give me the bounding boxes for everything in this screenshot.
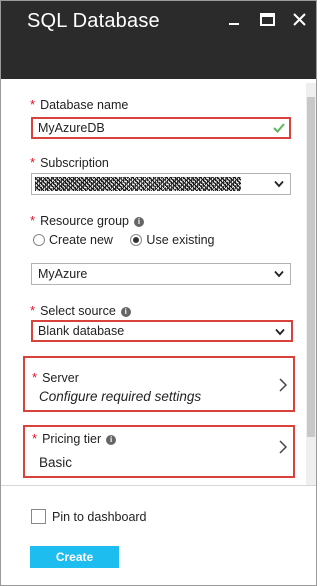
chevron-down-icon: [275, 328, 285, 336]
select-source-select[interactable]: Blank database: [31, 320, 293, 342]
resource-group-value: MyAzure: [38, 267, 88, 281]
server-card[interactable]: * Server Configure required settings: [23, 356, 295, 412]
pricing-tier-label: * Pricing tier i: [32, 431, 117, 446]
minimize-icon[interactable]: [227, 11, 245, 29]
resource-group-radio-group: Create new Use existing: [33, 233, 229, 247]
info-icon[interactable]: i: [120, 307, 131, 317]
info-icon[interactable]: i: [134, 217, 145, 227]
radio-use-existing[interactable]: Use existing: [130, 233, 215, 247]
info-icon[interactable]: i: [106, 435, 117, 445]
blade-header: SQL Database: [1, 1, 316, 79]
pricing-tier-card[interactable]: * Pricing tier i Basic: [23, 425, 295, 478]
chevron-down-icon: [274, 270, 284, 278]
database-name-label: * Database name: [30, 97, 129, 112]
maximize-icon[interactable]: [259, 11, 277, 29]
server-label: * Server: [32, 370, 79, 385]
resource-group-select[interactable]: MyAzure: [31, 263, 291, 285]
checkmark-icon: [273, 123, 285, 133]
resource-group-label: * Resource group i: [30, 213, 145, 228]
pricing-tier-value: Basic: [39, 455, 73, 470]
required-indicator: *: [30, 155, 36, 170]
required-indicator: *: [32, 370, 38, 385]
blade-title: SQL Database: [27, 10, 160, 32]
close-icon[interactable]: [291, 11, 309, 29]
subscription-select[interactable]: [31, 173, 291, 195]
chevron-right-icon: [279, 440, 287, 454]
pin-to-dashboard[interactable]: Pin to dashboard: [31, 509, 147, 524]
chevron-right-icon: [279, 378, 287, 392]
required-indicator: *: [32, 431, 38, 446]
database-name-input[interactable]: MyAzureDB: [31, 117, 291, 139]
select-source-label: * Select source i: [30, 303, 131, 318]
sql-database-blade: SQL Database * Database name MyAzureDB * S…: [0, 0, 317, 586]
radio-button[interactable]: [33, 234, 45, 246]
scrollbar-thumb[interactable]: [307, 97, 315, 437]
select-source-value: Blank database: [38, 324, 125, 338]
database-name-value: MyAzureDB: [38, 121, 105, 135]
radio-button-selected[interactable]: [130, 234, 143, 246]
required-indicator: *: [30, 97, 36, 112]
redacted-subscription-value: [35, 177, 241, 191]
required-indicator: *: [30, 213, 36, 228]
server-value: Configure required settings: [39, 389, 202, 404]
pin-checkbox[interactable]: [31, 509, 46, 524]
footer-divider: [1, 485, 316, 486]
create-button[interactable]: Create: [30, 546, 119, 568]
radio-create-new[interactable]: Create new: [33, 233, 113, 247]
required-indicator: *: [30, 303, 36, 318]
subscription-label: * Subscription: [30, 155, 109, 170]
chevron-down-icon: [274, 180, 284, 188]
vertical-scrollbar[interactable]: [306, 83, 316, 485]
